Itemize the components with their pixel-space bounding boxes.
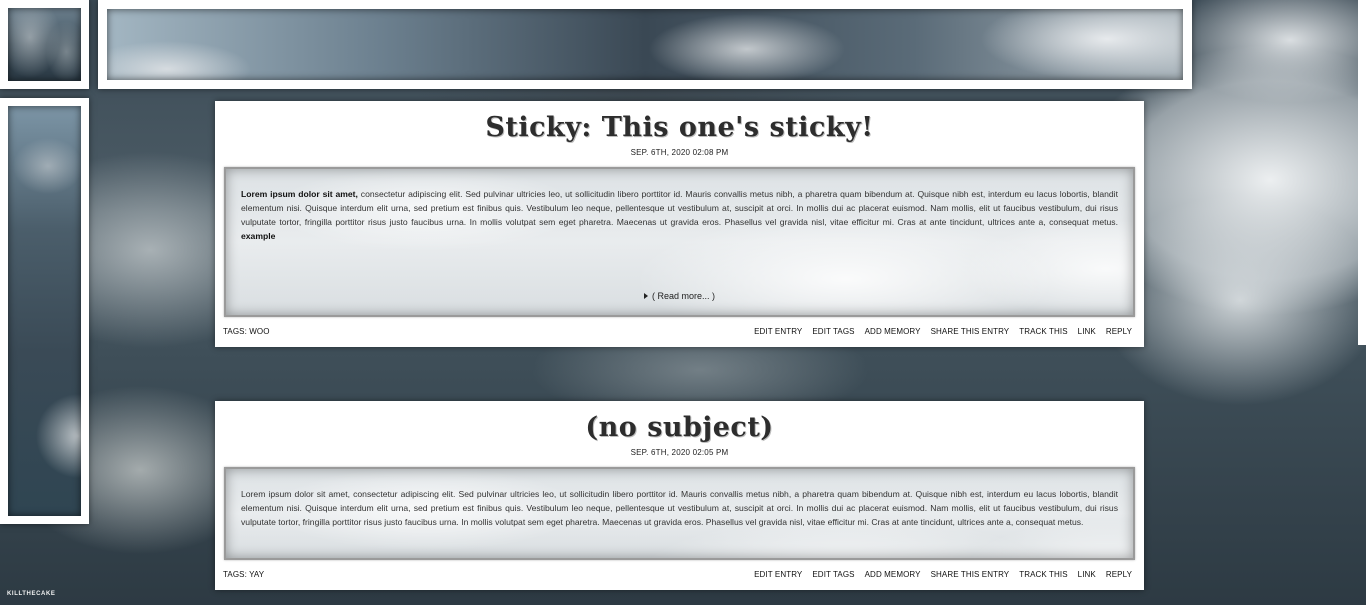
entry-tags[interactable]: TAGS: WOO <box>223 327 270 336</box>
edit-tags-link[interactable]: EDIT TAGS <box>812 570 854 579</box>
add-memory-link[interactable]: ADD MEMORY <box>865 570 921 579</box>
entry-tags[interactable]: TAGS: YAY <box>223 570 264 579</box>
entry-actions: EDIT ENTRY EDIT TAGS ADD MEMORY SHARE TH… <box>754 327 1132 336</box>
userpic-avatar[interactable] <box>0 0 89 89</box>
add-memory-link[interactable]: ADD MEMORY <box>865 327 921 336</box>
entry-date: SEP. 6TH, 2020 02:08 PM <box>630 148 729 157</box>
right-edge-frame <box>1358 0 1366 345</box>
sidebar-image <box>8 106 81 516</box>
read-more-label: ( Read more... ) <box>651 291 716 301</box>
entry-text-lead: Lorem ipsum dolor sit amet, <box>241 189 358 199</box>
journal-entry: Sticky: This one's sticky! SEP. 6TH, 202… <box>215 101 1144 347</box>
entry-title[interactable]: Sticky: This one's sticky! <box>215 110 1144 146</box>
header-banner-image <box>107 9 1183 80</box>
read-more-link[interactable]: ( Read more... ) <box>226 291 1133 301</box>
reply-link[interactable]: REPLY <box>1106 327 1132 336</box>
link-link[interactable]: LINK <box>1078 327 1096 336</box>
entry-title[interactable]: (no subject) <box>215 410 1144 446</box>
edit-entry-link[interactable]: EDIT ENTRY <box>754 327 802 336</box>
theme-credit[interactable]: KILLTHECAKE <box>7 591 56 597</box>
share-entry-link[interactable]: SHARE THIS ENTRY <box>931 570 1010 579</box>
entry-body: Lorem ipsum dolor sit amet, consectetur … <box>224 467 1135 560</box>
track-this-link[interactable]: TRACK THIS <box>1019 327 1067 336</box>
link-link[interactable]: LINK <box>1078 570 1096 579</box>
journal-entry: (no subject) SEP. 6TH, 2020 02:05 PM Lor… <box>215 401 1144 590</box>
entry-actions: EDIT ENTRY EDIT TAGS ADD MEMORY SHARE TH… <box>754 570 1132 579</box>
entry-text: Lorem ipsum dolor sit amet, consectetur … <box>241 187 1118 243</box>
entry-text: Lorem ipsum dolor sit amet, consectetur … <box>241 489 1118 527</box>
edit-entry-link[interactable]: EDIT ENTRY <box>754 570 802 579</box>
entry-body: Lorem ipsum dolor sit amet, consectetur … <box>224 167 1135 317</box>
share-entry-link[interactable]: SHARE THIS ENTRY <box>931 327 1010 336</box>
sidebar-panel <box>0 98 89 524</box>
header-banner <box>98 0 1192 89</box>
edit-tags-link[interactable]: EDIT TAGS <box>812 327 854 336</box>
reply-link[interactable]: REPLY <box>1106 570 1132 579</box>
entry-text-tail: example <box>241 231 276 241</box>
avatar-image <box>8 8 81 81</box>
track-this-link[interactable]: TRACK THIS <box>1019 570 1067 579</box>
entry-date: SEP. 6TH, 2020 02:05 PM <box>630 448 729 457</box>
triangle-right-icon <box>643 293 648 299</box>
entry-text-main: consectetur adipiscing elit. Sed pulvina… <box>241 189 1118 227</box>
